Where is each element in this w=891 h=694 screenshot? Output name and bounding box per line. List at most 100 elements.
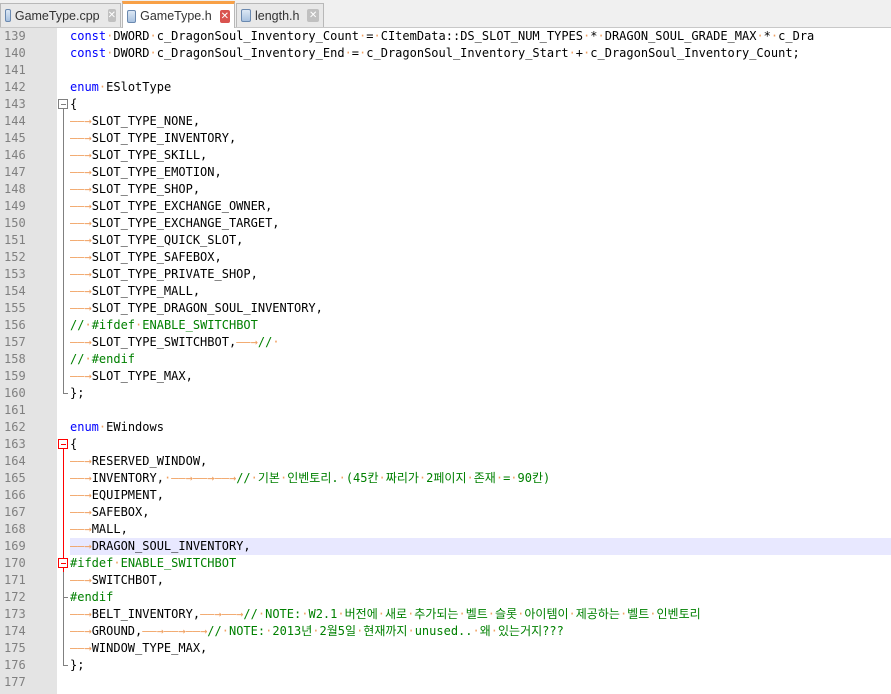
line-number: 147 bbox=[4, 165, 26, 179]
tab-gametype-cpp[interactable]: GameType.cpp ✕ bbox=[0, 3, 121, 27]
close-icon[interactable]: ✕ bbox=[219, 9, 230, 23]
line-number: 169 bbox=[4, 539, 26, 553]
line-number: 176 bbox=[4, 658, 26, 672]
fold-marker bbox=[58, 249, 70, 266]
line-number: 152 bbox=[4, 250, 26, 264]
fold-marker bbox=[58, 470, 70, 487]
line-number: 163 bbox=[4, 437, 26, 451]
code-line[interactable]: 177 bbox=[0, 674, 891, 691]
line-number: 170 bbox=[4, 556, 26, 570]
line-number: 168 bbox=[4, 522, 26, 536]
code-text: }; bbox=[70, 386, 85, 400]
fold-marker bbox=[58, 113, 70, 130]
line-number: 162 bbox=[4, 420, 26, 434]
code-line[interactable]: 145 ——→SLOT_TYPE_INVENTORY, bbox=[0, 130, 891, 147]
line-number: 171 bbox=[4, 573, 26, 587]
tab-gametype-h[interactable]: GameType.h ✕ bbox=[122, 1, 235, 28]
code-line[interactable]: 166 ——→EQUIPMENT, bbox=[0, 487, 891, 504]
line-number: 146 bbox=[4, 148, 26, 162]
file-icon bbox=[241, 9, 251, 22]
editor-text-area[interactable]: 139 const·DWORD·c_DragonSoul_Inventory_Co… bbox=[0, 28, 891, 691]
line-number: 144 bbox=[4, 114, 26, 128]
fold-marker[interactable] bbox=[58, 555, 70, 572]
code-line[interactable]: 139 const·DWORD·c_DragonSoul_Inventory_Co… bbox=[0, 28, 891, 45]
code-text: //·#endif bbox=[70, 352, 136, 366]
code-text: ——→SWITCHBOT, bbox=[70, 573, 164, 587]
code-line[interactable]: 150 ——→SLOT_TYPE_EXCHANGE_TARGET, bbox=[0, 215, 891, 232]
code-line[interactable]: 155 ——→SLOT_TYPE_DRAGON_SOUL_INVENTORY, bbox=[0, 300, 891, 317]
fold-marker[interactable] bbox=[58, 96, 70, 113]
code-line[interactable]: 168 ——→MALL, bbox=[0, 521, 891, 538]
code-line[interactable]: 147 ——→SLOT_TYPE_EMOTION, bbox=[0, 164, 891, 181]
code-line[interactable]: 173 ——→BELT_INVENTORY,——→——→//·NOTE:·W2.1… bbox=[0, 606, 891, 623]
line-number: 150 bbox=[4, 216, 26, 230]
code-line[interactable]: 162 enum·EWindows bbox=[0, 419, 891, 436]
code-line[interactable]: 159 ——→SLOT_TYPE_MAX, bbox=[0, 368, 891, 385]
fold-marker bbox=[58, 130, 70, 147]
fold-marker bbox=[58, 181, 70, 198]
line-number: 140 bbox=[4, 46, 26, 60]
code-line[interactable]: 154 ——→SLOT_TYPE_MALL, bbox=[0, 283, 891, 300]
code-line[interactable]: 163 { bbox=[0, 436, 891, 453]
fold-marker[interactable] bbox=[58, 436, 70, 453]
code-text: ——→SLOT_TYPE_MALL, bbox=[70, 284, 201, 298]
code-line[interactable]: 142 enum·ESlotType bbox=[0, 79, 891, 96]
fold-marker bbox=[58, 623, 70, 640]
code-line[interactable]: 160}; bbox=[0, 385, 891, 402]
close-icon[interactable]: ✕ bbox=[307, 9, 319, 22]
code-line[interactable]: 152 ——→SLOT_TYPE_SAFEBOX, bbox=[0, 249, 891, 266]
tab-label: GameType.h bbox=[140, 9, 212, 23]
code-line[interactable]: 165 ——→INVENTORY,·——→——→——→//·기본·인벤토리.·(4… bbox=[0, 470, 891, 487]
fold-collapse-icon[interactable] bbox=[58, 99, 68, 109]
code-line[interactable]: 164 ——→RESERVED_WINDOW, bbox=[0, 453, 891, 470]
fold-marker bbox=[58, 45, 70, 62]
close-icon[interactable]: ✕ bbox=[107, 9, 116, 22]
code-line[interactable]: 172 #endif bbox=[0, 589, 891, 606]
fold-marker bbox=[58, 589, 70, 606]
code-line[interactable]: 148 ——→SLOT_TYPE_SHOP, bbox=[0, 181, 891, 198]
code-line[interactable]: 176}; bbox=[0, 657, 891, 674]
file-icon bbox=[5, 9, 11, 22]
code-line[interactable]: 171 ——→SWITCHBOT, bbox=[0, 572, 891, 589]
code-line[interactable]: 143 { bbox=[0, 96, 891, 113]
code-text: ——→SLOT_TYPE_SHOP, bbox=[70, 182, 201, 196]
code-line[interactable]: 167 ——→SAFEBOX, bbox=[0, 504, 891, 521]
fold-marker bbox=[58, 453, 70, 470]
code-text: ——→SLOT_TYPE_EMOTION, bbox=[70, 165, 222, 179]
fold-collapse-icon[interactable] bbox=[58, 439, 68, 449]
line-number: 141 bbox=[4, 63, 26, 77]
tab-label: length.h bbox=[254, 8, 300, 23]
code-line[interactable]: 157 ——→SLOT_TYPE_SWITCHBOT,——→//· bbox=[0, 334, 891, 351]
line-number: 172 bbox=[4, 590, 26, 604]
code-line[interactable]: 140 const·DWORD·c_DragonSoul_Inventory_En… bbox=[0, 45, 891, 62]
code-line[interactable]: 175 ——→WINDOW_TYPE_MAX, bbox=[0, 640, 891, 657]
fold-marker bbox=[58, 538, 70, 555]
code-line[interactable]: 141 bbox=[0, 62, 891, 79]
line-number: 160 bbox=[4, 386, 26, 400]
code-line[interactable]: 151 ——→SLOT_TYPE_QUICK_SLOT, bbox=[0, 232, 891, 249]
code-line[interactable]: 170 #ifdef·ENABLE_SWITCHBOT bbox=[0, 555, 891, 572]
line-number: 161 bbox=[4, 403, 26, 417]
line-number: 142 bbox=[4, 80, 26, 94]
code-line[interactable]: 144 ——→SLOT_TYPE_NONE, bbox=[0, 113, 891, 130]
code-line[interactable]: 158 //·#endif bbox=[0, 351, 891, 368]
tab-length-h[interactable]: length.h ✕ bbox=[236, 3, 324, 27]
fold-marker bbox=[58, 487, 70, 504]
code-line[interactable]: 156 //·#ifdef·ENABLE_SWITCHBOT bbox=[0, 317, 891, 334]
code-line[interactable]: 146 ——→SLOT_TYPE_SKILL, bbox=[0, 147, 891, 164]
code-line[interactable]: 161 bbox=[0, 402, 891, 419]
code-text: ——→SLOT_TYPE_INVENTORY, bbox=[70, 131, 237, 145]
fold-marker bbox=[58, 606, 70, 623]
code-line[interactable]: 153 ——→SLOT_TYPE_PRIVATE_SHOP, bbox=[0, 266, 891, 283]
code-line[interactable]: 174 ——→GROUND,——→——→——→//·NOTE:·2013년·2월5… bbox=[0, 623, 891, 640]
fold-marker bbox=[58, 640, 70, 657]
fold-marker bbox=[58, 504, 70, 521]
fold-marker bbox=[58, 266, 70, 283]
code-line[interactable]: 149 ——→SLOT_TYPE_EXCHANGE_OWNER, bbox=[0, 198, 891, 215]
code-text: ——→SAFEBOX, bbox=[70, 505, 150, 519]
fold-collapse-icon[interactable] bbox=[58, 558, 68, 568]
line-number: 158 bbox=[4, 352, 26, 366]
code-line[interactable]: 169 ——→DRAGON_SOUL_INVENTORY, bbox=[0, 538, 891, 555]
